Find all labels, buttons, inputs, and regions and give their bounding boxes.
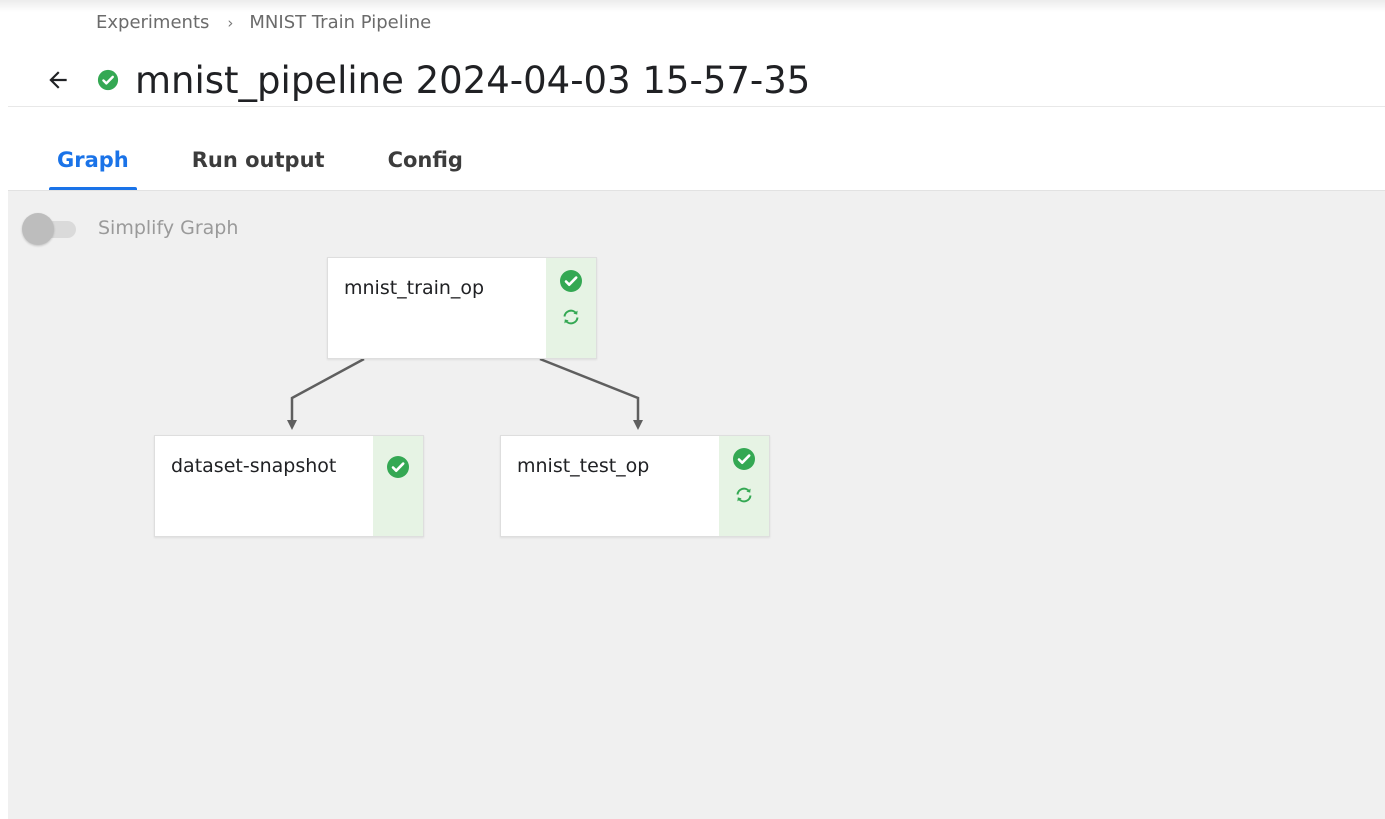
cached-refresh-icon bbox=[732, 483, 756, 507]
node-label: dataset-snapshot bbox=[171, 455, 337, 477]
cached-refresh-icon bbox=[559, 305, 583, 329]
header-divider bbox=[8, 106, 1385, 107]
breadcrumb: Experiments › MNIST Train Pipeline bbox=[96, 12, 431, 33]
tab-graph[interactable]: Graph bbox=[49, 130, 137, 190]
graph-node-dataset-snapshot[interactable]: dataset-snapshot bbox=[154, 435, 424, 537]
run-details-page: Experiments › MNIST Train Pipeline mnist… bbox=[0, 0, 1385, 819]
graph-node-mnist-test-op[interactable]: mnist_test_op bbox=[500, 435, 770, 537]
page-title: mnist_pipeline 2024-04-03 15-57-35 bbox=[135, 58, 811, 102]
check-circle-icon bbox=[386, 455, 410, 479]
title-row: mnist_pipeline 2024-04-03 15-57-35 bbox=[40, 52, 810, 108]
node-status-strip bbox=[719, 436, 769, 536]
tab-bar: Graph Run output Config bbox=[8, 130, 463, 190]
node-label: mnist_test_op bbox=[517, 455, 650, 477]
node-status-strip bbox=[546, 258, 596, 358]
node-status-strip bbox=[373, 436, 423, 536]
arrow-left-icon[interactable] bbox=[40, 62, 76, 98]
breadcrumb-separator-icon: › bbox=[227, 13, 234, 32]
check-circle-icon bbox=[559, 269, 583, 293]
simplify-graph-toggle[interactable] bbox=[22, 213, 78, 245]
top-edge-shadow bbox=[0, 0, 1385, 12]
graph-node-mnist-train-op[interactable]: mnist_train_op bbox=[327, 257, 597, 359]
tab-config[interactable]: Config bbox=[388, 130, 463, 190]
simplify-graph-label: Simplify Graph bbox=[98, 217, 239, 239]
breadcrumb-pipeline[interactable]: MNIST Train Pipeline bbox=[249, 12, 431, 33]
tab-run-output[interactable]: Run output bbox=[192, 130, 325, 190]
check-circle-icon bbox=[96, 68, 120, 92]
check-circle-icon bbox=[732, 447, 756, 471]
node-label: mnist_train_op bbox=[344, 277, 485, 299]
breadcrumb-experiments[interactable]: Experiments bbox=[96, 12, 209, 33]
toggle-knob bbox=[22, 213, 54, 245]
